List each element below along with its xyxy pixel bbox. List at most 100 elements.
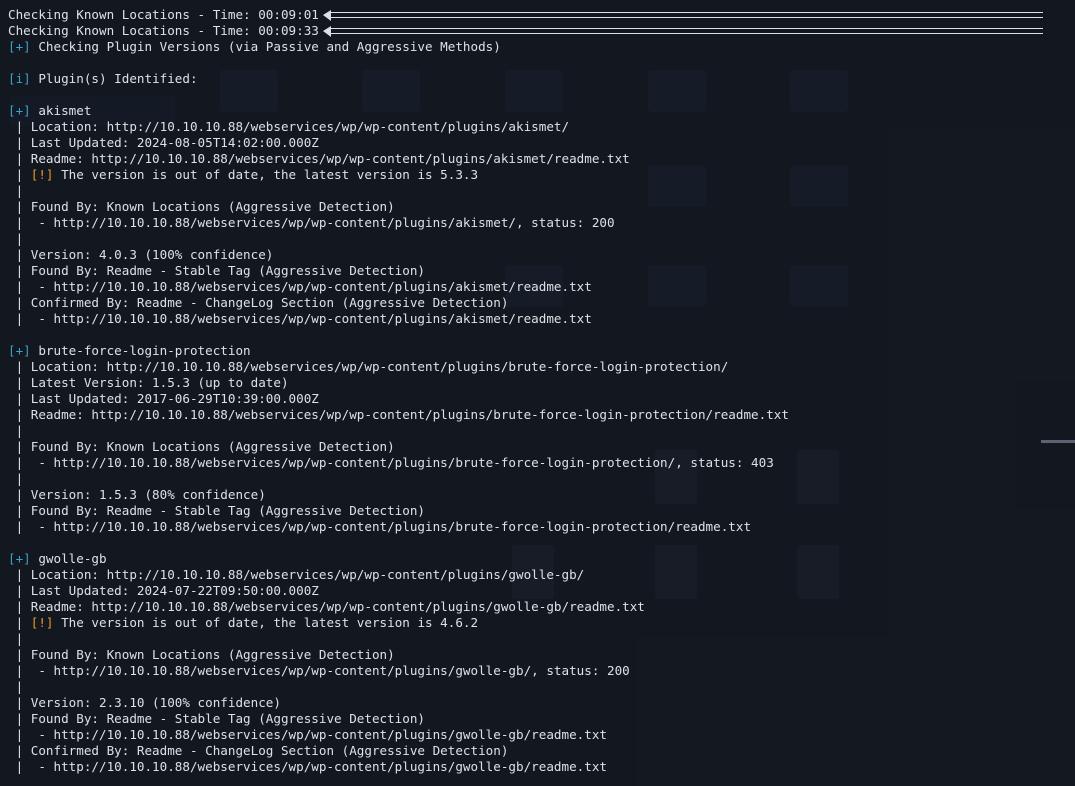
output-text: | - http://10.10.10.88/webservices/wp/wp… — [8, 759, 607, 774]
success-tag: [+] — [8, 551, 31, 566]
line-gutter: | — [8, 615, 31, 630]
output-text: | Found By: Readme - Stable Tag (Aggress… — [8, 711, 426, 726]
terminal-line: | — [8, 679, 1075, 695]
plugin-heading: akismet — [30, 103, 92, 118]
output-text: | — [8, 183, 24, 198]
warning-tag: [!] — [30, 167, 54, 182]
progress-text: Checking Known Locations - Time: 00:09:0… — [8, 7, 319, 22]
warning-text: The version is out of date, the latest v… — [53, 615, 479, 630]
terminal-line: | [!] The version is out of date, the la… — [8, 167, 1075, 183]
output-text: | Last Updated: 2024-07-22T09:50:00.000Z — [8, 583, 319, 598]
terminal-line: | — [8, 183, 1075, 199]
info-tag: [i] — [8, 71, 31, 86]
output-text: | Latest Version: 1.5.3 (up to date) — [8, 375, 289, 390]
output-text: | - http://10.10.10.88/webservices/wp/wp… — [8, 663, 630, 678]
output-text: | - http://10.10.10.88/webservices/wp/wp… — [8, 311, 592, 326]
terminal-line: | Found By: Readme - Stable Tag (Aggress… — [8, 263, 1075, 279]
output-text: | Location: http://10.10.10.88/webservic… — [8, 359, 729, 374]
terminal-line: | Location: http://10.10.10.88/webservic… — [8, 359, 1075, 375]
output-text: | Found By: Known Locations (Aggressive … — [8, 439, 395, 454]
terminal-line: [+] gwolle-gb — [8, 551, 1075, 567]
terminal-line: | - http://10.10.10.88/webservices/wp/wp… — [8, 311, 1075, 327]
warning-tag: [!] — [30, 615, 54, 630]
terminal-line: | Confirmed By: Readme - ChangeLog Secti… — [8, 295, 1075, 311]
output-text: | Readme: http://10.10.10.88/webservices… — [8, 599, 645, 614]
terminal-line: | - http://10.10.10.88/webservices/wp/wp… — [8, 663, 1075, 679]
output-text: | - http://10.10.10.88/webservices/wp/wp… — [8, 279, 592, 294]
output-text: Plugin(s) Identified: — [30, 71, 198, 86]
output-text: | Readme: http://10.10.10.88/webservices… — [8, 407, 789, 422]
success-tag: [+] — [8, 39, 31, 54]
terminal-line: | Found By: Readme - Stable Tag (Aggress… — [8, 711, 1075, 727]
terminal-line: | — [8, 423, 1075, 439]
output-text: | Found By: Readme - Stable Tag (Aggress… — [8, 263, 426, 278]
terminal-line: | Readme: http://10.10.10.88/webservices… — [8, 151, 1075, 167]
terminal-line: | [!] The version is out of date, the la… — [8, 615, 1075, 631]
terminal-line: [+] akismet — [8, 103, 1075, 119]
terminal-line: | Version: 2.3.10 (100% confidence) — [8, 695, 1075, 711]
output-text: | Last Updated: 2024-08-05T14:02:00.000Z — [8, 135, 319, 150]
terminal-line: | — [8, 631, 1075, 647]
output-text: | — [8, 423, 24, 438]
terminal-line: | - http://10.10.10.88/webservices/wp/wp… — [8, 519, 1075, 535]
warning-text: The version is out of date, the latest v… — [53, 167, 479, 182]
output-text: | — [8, 471, 24, 486]
terminal-line: | Confirmed By: Readme - ChangeLog Secti… — [8, 743, 1075, 759]
output-text: | Confirmed By: Readme - ChangeLog Secti… — [8, 743, 509, 758]
output-text: | Found By: Known Locations (Aggressive … — [8, 199, 395, 214]
output-text: | - http://10.10.10.88/webservices/wp/wp… — [8, 215, 615, 230]
output-text: | — [8, 631, 24, 646]
terminal-line: | - http://10.10.10.88/webservices/wp/wp… — [8, 215, 1075, 231]
plugin-heading: gwolle-gb — [30, 551, 107, 566]
terminal-line: | Found By: Readme - Stable Tag (Aggress… — [8, 503, 1075, 519]
line-gutter: | — [8, 167, 31, 182]
terminal-line: | — [8, 231, 1075, 247]
output-text: | - http://10.10.10.88/webservices/wp/wp… — [8, 455, 774, 470]
output-text: | Version: 1.5.3 (80% confidence) — [8, 487, 266, 502]
scrollbar-thumb[interactable] — [1041, 440, 1075, 443]
output-text: | Version: 2.3.10 (100% confidence) — [8, 695, 281, 710]
output-text: | Found By: Readme - Stable Tag (Aggress… — [8, 503, 426, 518]
terminal-line: [+] brute-force-login-protection — [8, 343, 1075, 359]
terminal-line: | Found By: Known Locations (Aggressive … — [8, 439, 1075, 455]
terminal-line: | Readme: http://10.10.10.88/webservices… — [8, 599, 1075, 615]
progress-arrow-icon — [322, 10, 1043, 21]
terminal-line: | — [8, 471, 1075, 487]
terminal-window[interactable]: Checking Known Locations - Time: 00:09:0… — [0, 0, 1075, 786]
terminal-line: | Version: 4.0.3 (100% confidence) — [8, 247, 1075, 263]
terminal-output: Checking Known Locations - Time: 00:09:0… — [8, 7, 1075, 775]
terminal-line: | Location: http://10.10.10.88/webservic… — [8, 567, 1075, 583]
terminal-line: | Last Updated: 2024-08-05T14:02:00.000Z — [8, 135, 1075, 151]
terminal-line: | Found By: Known Locations (Aggressive … — [8, 199, 1075, 215]
terminal-line: | - http://10.10.10.88/webservices/wp/wp… — [8, 455, 1075, 471]
output-text: | Readme: http://10.10.10.88/webservices… — [8, 151, 630, 166]
terminal-line: [+] Checking Plugin Versions (via Passiv… — [8, 39, 1075, 55]
output-text: | - http://10.10.10.88/webservices/wp/wp… — [8, 519, 752, 534]
output-text: | Location: http://10.10.10.88/webservic… — [8, 119, 570, 134]
terminal-line: Checking Known Locations - Time: 00:09:3… — [8, 23, 1075, 39]
terminal-line: | Location: http://10.10.10.88/webservic… — [8, 119, 1075, 135]
output-text: | - http://10.10.10.88/webservices/wp/wp… — [8, 727, 607, 742]
output-text: | Found By: Known Locations (Aggressive … — [8, 647, 395, 662]
terminal-line: | Version: 1.5.3 (80% confidence) — [8, 487, 1075, 503]
success-tag: [+] — [8, 103, 31, 118]
terminal-line: | - http://10.10.10.88/webservices/wp/wp… — [8, 727, 1075, 743]
terminal-line: | Last Updated: 2024-07-22T09:50:00.000Z — [8, 583, 1075, 599]
output-text: | Version: 4.0.3 (100% confidence) — [8, 247, 274, 262]
success-tag: [+] — [8, 343, 31, 358]
plugin-heading: Checking Plugin Versions (via Passive an… — [30, 39, 501, 54]
terminal-line: | Readme: http://10.10.10.88/webservices… — [8, 407, 1075, 423]
output-text: | — [8, 679, 24, 694]
terminal-line: | Last Updated: 2017-06-29T10:39:00.000Z — [8, 391, 1075, 407]
output-text: | Confirmed By: Readme - ChangeLog Secti… — [8, 295, 509, 310]
terminal-line: | - http://10.10.10.88/webservices/wp/wp… — [8, 279, 1075, 295]
progress-text: Checking Known Locations - Time: 00:09:3… — [8, 23, 319, 38]
terminal-line: Checking Known Locations - Time: 00:09:0… — [8, 7, 1075, 23]
output-text: | Location: http://10.10.10.88/webservic… — [8, 567, 585, 582]
plugin-heading: brute-force-login-protection — [30, 343, 251, 358]
terminal-line: | Found By: Known Locations (Aggressive … — [8, 647, 1075, 663]
output-text: | — [8, 231, 24, 246]
output-text: | Last Updated: 2017-06-29T10:39:00.000Z — [8, 391, 319, 406]
